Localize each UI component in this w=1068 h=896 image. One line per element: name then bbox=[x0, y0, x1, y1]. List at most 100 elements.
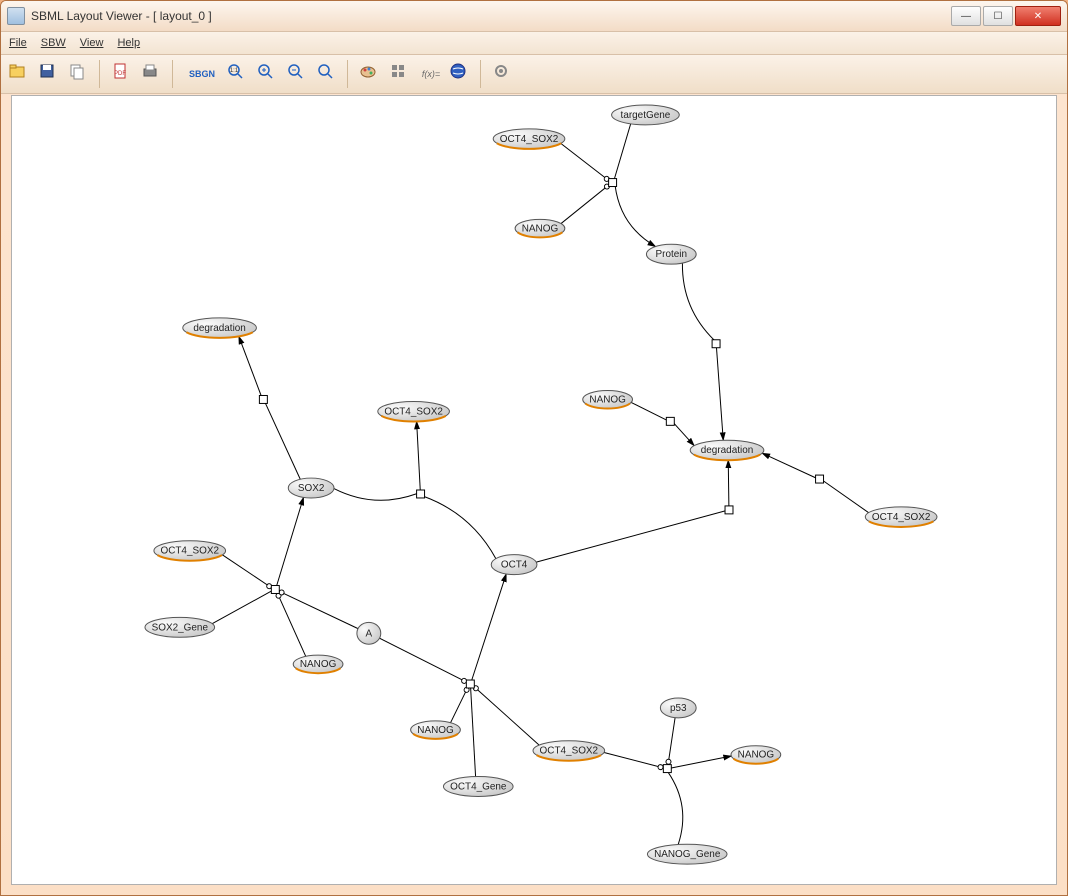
edge bbox=[239, 336, 262, 396]
svg-text:1:1: 1:1 bbox=[230, 68, 239, 74]
titlebar[interactable]: SBML Layout Viewer - [ layout_0 ] — ☐ ✕ bbox=[1, 1, 1067, 32]
export-pdf-button[interactable]: PDF bbox=[110, 61, 136, 87]
app-icon bbox=[7, 7, 25, 25]
minimize-button[interactable]: — bbox=[951, 6, 981, 26]
species-node[interactable]: targetGene bbox=[612, 105, 680, 125]
edge bbox=[728, 460, 729, 506]
palette-button[interactable] bbox=[358, 61, 384, 87]
species-label: NANOG bbox=[738, 750, 774, 761]
menu-sbw[interactable]: SBW bbox=[41, 37, 66, 49]
species-node[interactable]: degradation bbox=[690, 440, 764, 460]
species-node[interactable]: A bbox=[357, 622, 381, 644]
edge bbox=[474, 686, 540, 745]
species-label: SOX2 bbox=[298, 483, 325, 494]
edge bbox=[417, 421, 421, 490]
edge bbox=[668, 718, 675, 765]
species-label: Protein bbox=[656, 249, 688, 260]
edge bbox=[212, 591, 271, 624]
edge bbox=[451, 687, 468, 722]
reaction-node[interactable] bbox=[466, 680, 474, 688]
edge bbox=[615, 186, 655, 247]
edge bbox=[716, 348, 723, 441]
species-node[interactable]: NANOG bbox=[515, 219, 565, 237]
graph-svg[interactable]: targetGene OCT4_SOX2 NANOG Protein degradati… bbox=[12, 96, 1056, 884]
print-button[interactable] bbox=[140, 61, 166, 87]
reaction-node[interactable] bbox=[417, 490, 425, 498]
species-node[interactable]: OCT4_SOX2 bbox=[378, 401, 450, 421]
close-button[interactable]: ✕ bbox=[1015, 6, 1061, 26]
edge bbox=[424, 496, 496, 558]
species-label: OCT4_SOX2 bbox=[500, 134, 559, 145]
reaction-node[interactable] bbox=[663, 765, 671, 773]
species-node[interactable]: SOX2 bbox=[288, 478, 334, 498]
species-node[interactable]: NANOG bbox=[583, 391, 633, 409]
globe-button[interactable] bbox=[448, 61, 474, 87]
window-title: SBML Layout Viewer - [ layout_0 ] bbox=[31, 9, 951, 23]
species-node[interactable]: OCT4_SOX2 bbox=[154, 541, 226, 561]
species-node[interactable]: OCT4_SOX2 bbox=[865, 507, 937, 527]
reaction-node[interactable] bbox=[666, 417, 674, 425]
species-node[interactable]: OCT4_SOX2 bbox=[493, 129, 565, 149]
menu-help[interactable]: Help bbox=[117, 37, 140, 49]
species-label: OCT4_SOX2 bbox=[540, 746, 599, 757]
reaction-node[interactable] bbox=[712, 340, 720, 348]
species-node[interactable]: SOX2_Gene bbox=[145, 617, 215, 637]
edge bbox=[682, 263, 714, 340]
zoom-11-button[interactable]: 1:1 bbox=[225, 61, 251, 87]
species-label: NANOG bbox=[417, 725, 453, 736]
species-node[interactable]: p53 bbox=[660, 698, 696, 718]
species-label: OCT4_SOX2 bbox=[160, 546, 219, 557]
copy-button[interactable] bbox=[67, 61, 93, 87]
reaction-node[interactable] bbox=[725, 506, 733, 514]
species-node[interactable]: degradation bbox=[183, 318, 257, 338]
edge bbox=[561, 185, 609, 224]
reaction-node[interactable] bbox=[259, 395, 267, 403]
menu-file[interactable]: File bbox=[9, 37, 27, 49]
edge bbox=[668, 772, 683, 844]
species-node[interactable]: OCT4_SOX2 bbox=[533, 741, 605, 761]
edge bbox=[614, 124, 630, 179]
species-label: NANOG bbox=[300, 659, 336, 670]
species-label: p53 bbox=[670, 703, 687, 714]
edge bbox=[631, 402, 666, 420]
edge bbox=[265, 403, 300, 479]
settings-button[interactable] bbox=[491, 61, 517, 87]
species-label: degradation bbox=[193, 323, 246, 334]
species-node[interactable]: Protein bbox=[646, 244, 696, 264]
species-node[interactable]: NANOG bbox=[731, 746, 781, 764]
edge bbox=[536, 511, 725, 562]
edge bbox=[472, 574, 507, 680]
layout-button[interactable] bbox=[388, 61, 414, 87]
zoom-in-button[interactable] bbox=[255, 61, 281, 87]
species-label: OCT4 bbox=[501, 560, 528, 571]
species-node[interactable]: NANOG bbox=[293, 655, 343, 673]
species-label: NANOG_Gene bbox=[654, 849, 721, 860]
species-label: NANOG bbox=[589, 394, 625, 405]
app-window: SBML Layout Viewer - [ layout_0 ] — ☐ ✕ … bbox=[0, 0, 1068, 896]
menu-view[interactable]: View bbox=[80, 37, 104, 49]
reaction-node[interactable] bbox=[609, 179, 617, 187]
fx-button[interactable]: f(x)= bbox=[418, 61, 444, 87]
zoom-out-button[interactable] bbox=[285, 61, 311, 87]
species-node[interactable]: NANOG bbox=[411, 721, 461, 739]
sbgn-button[interactable]: SBGN bbox=[183, 61, 221, 87]
species-node[interactable]: NANOG_Gene bbox=[647, 844, 727, 864]
edge bbox=[380, 638, 467, 682]
open-button[interactable] bbox=[7, 61, 33, 87]
species-label: SOX2_Gene bbox=[152, 622, 209, 633]
zoom-fit-button[interactable] bbox=[315, 61, 341, 87]
species-node[interactable]: OCT4_Gene bbox=[443, 777, 513, 797]
edge bbox=[823, 481, 868, 513]
species-node[interactable]: OCT4 bbox=[491, 555, 537, 575]
species-label: OCT4_SOX2 bbox=[384, 406, 443, 417]
edge bbox=[561, 143, 609, 180]
species-label: NANOG bbox=[522, 223, 558, 234]
save-button[interactable] bbox=[37, 61, 63, 87]
reaction-node[interactable] bbox=[271, 586, 279, 594]
reaction-node[interactable] bbox=[816, 475, 824, 483]
canvas[interactable]: targetGene OCT4_SOX2 NANOG Protein degradati… bbox=[11, 95, 1057, 885]
edge bbox=[222, 555, 271, 588]
maximize-button[interactable]: ☐ bbox=[983, 6, 1013, 26]
species-label: OCT4_SOX2 bbox=[872, 512, 931, 523]
species-label: targetGene bbox=[621, 110, 671, 121]
